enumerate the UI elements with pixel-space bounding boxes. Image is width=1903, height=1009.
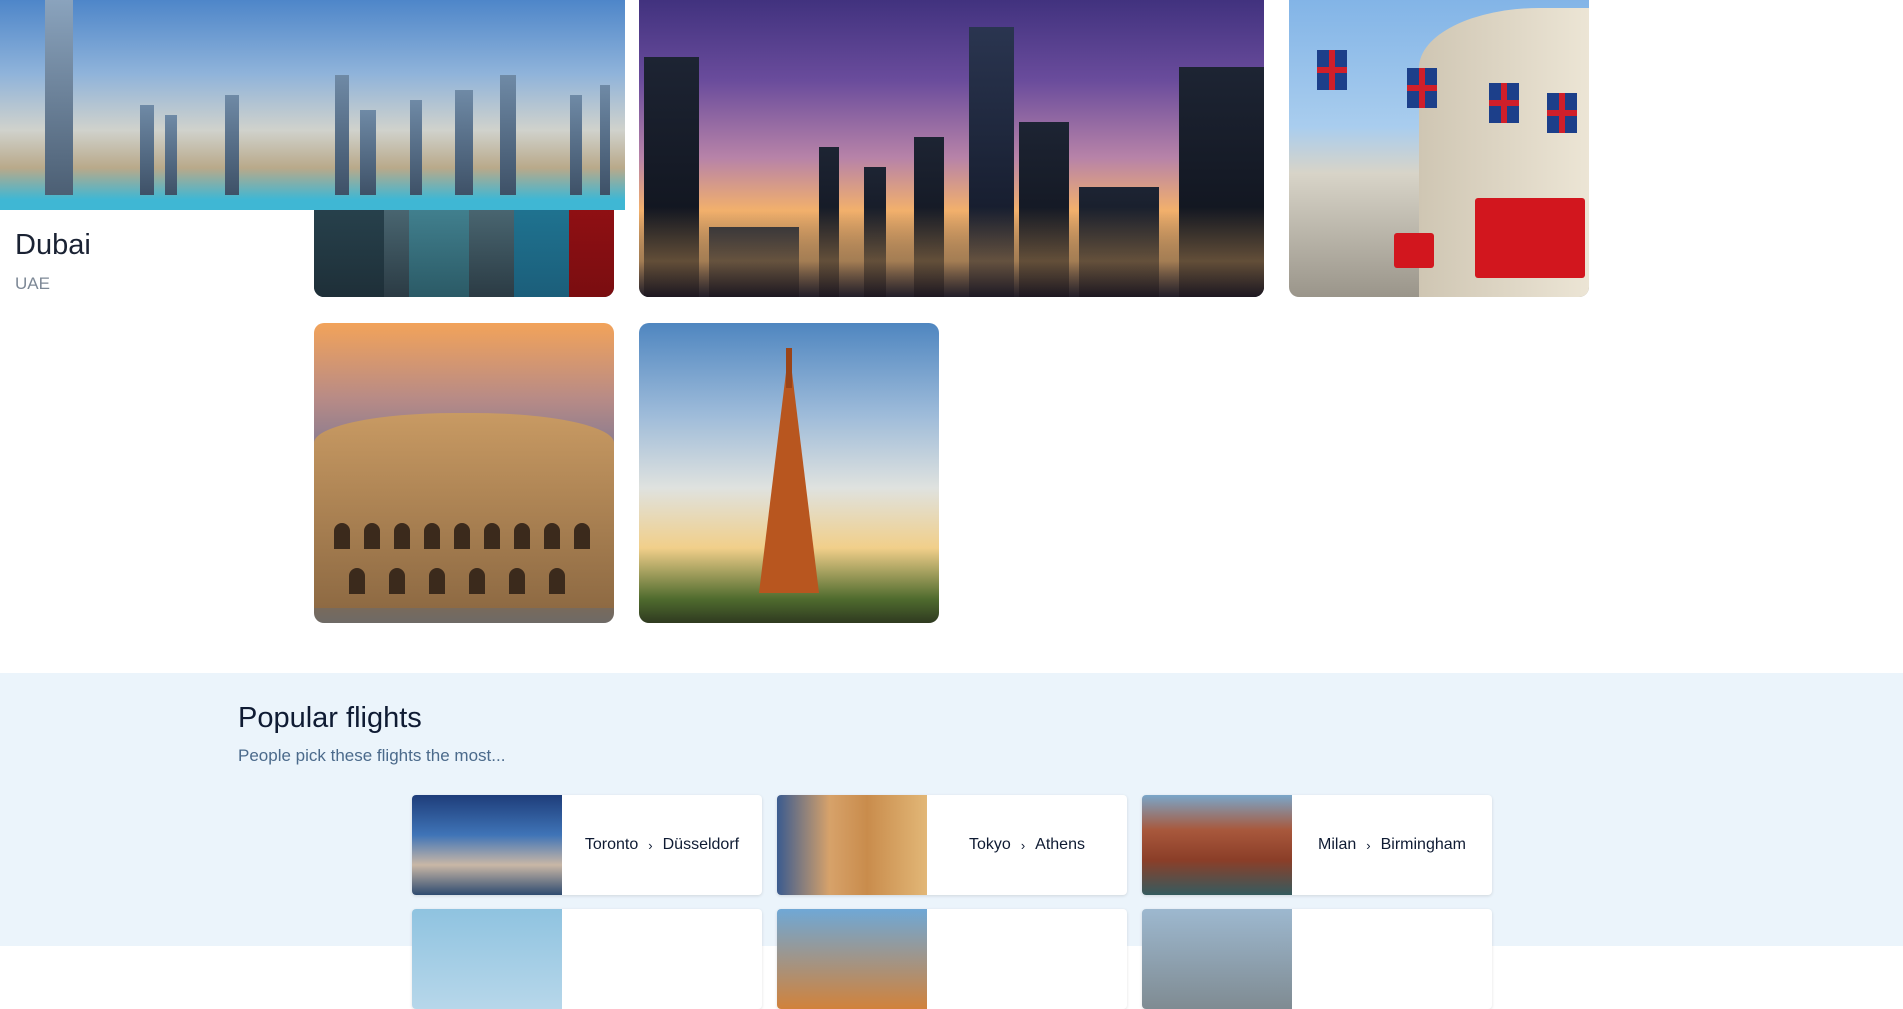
flight-card-milan-birmingham[interactable]: Milan › Birmingham bbox=[1142, 795, 1492, 895]
section-title: Popular flights bbox=[238, 702, 422, 734]
destination-card-rome[interactable] bbox=[314, 323, 614, 623]
flight-route: Toronto › Düsseldorf bbox=[562, 795, 762, 895]
athens-image bbox=[777, 795, 927, 895]
flight-route: Tokyo › Athens bbox=[927, 795, 1127, 895]
destination-card-london[interactable] bbox=[1289, 0, 1589, 297]
birmingham-image bbox=[1142, 795, 1292, 895]
destination-card-beijing[interactable] bbox=[639, 0, 1264, 297]
route-destination: Birmingham bbox=[1380, 836, 1466, 853]
flight-card[interactable] bbox=[777, 909, 1127, 1009]
section-subtitle: People pick these flights the most... bbox=[238, 746, 506, 765]
flight-card-tokyo-athens[interactable]: Tokyo › Athens bbox=[777, 795, 1127, 895]
route-origin: Milan bbox=[1318, 836, 1357, 853]
destination-name: Dubai bbox=[15, 229, 91, 261]
flight-card[interactable] bbox=[1142, 909, 1492, 1009]
flight-image bbox=[777, 909, 927, 1009]
flight-card-toronto-dusseldorf[interactable]: Toronto › Düsseldorf bbox=[412, 795, 762, 895]
flight-image bbox=[412, 909, 562, 1009]
dusseldorf-image bbox=[412, 795, 562, 895]
route-origin: Toronto bbox=[584, 836, 639, 853]
chevron-right-icon: › bbox=[648, 837, 653, 853]
destination-country: UAE bbox=[15, 274, 50, 293]
popular-flights-section: Popular flights People pick these flight… bbox=[0, 673, 1903, 1009]
flight-route: Milan › Birmingham bbox=[1292, 795, 1492, 895]
chevron-right-icon: › bbox=[1366, 837, 1371, 853]
flight-image bbox=[1142, 909, 1292, 1009]
dubai-skyline-image bbox=[0, 0, 625, 210]
destination-card-paris[interactable] bbox=[639, 323, 939, 623]
flight-card[interactable] bbox=[412, 909, 762, 1009]
chevron-right-icon: › bbox=[1020, 837, 1026, 853]
route-destination: Düsseldorf bbox=[662, 836, 740, 853]
route-origin: Tokyo bbox=[969, 836, 1011, 853]
destinations-gallery: Dubai UAE bbox=[0, 0, 1903, 673]
route-destination: Athens bbox=[1035, 836, 1085, 853]
